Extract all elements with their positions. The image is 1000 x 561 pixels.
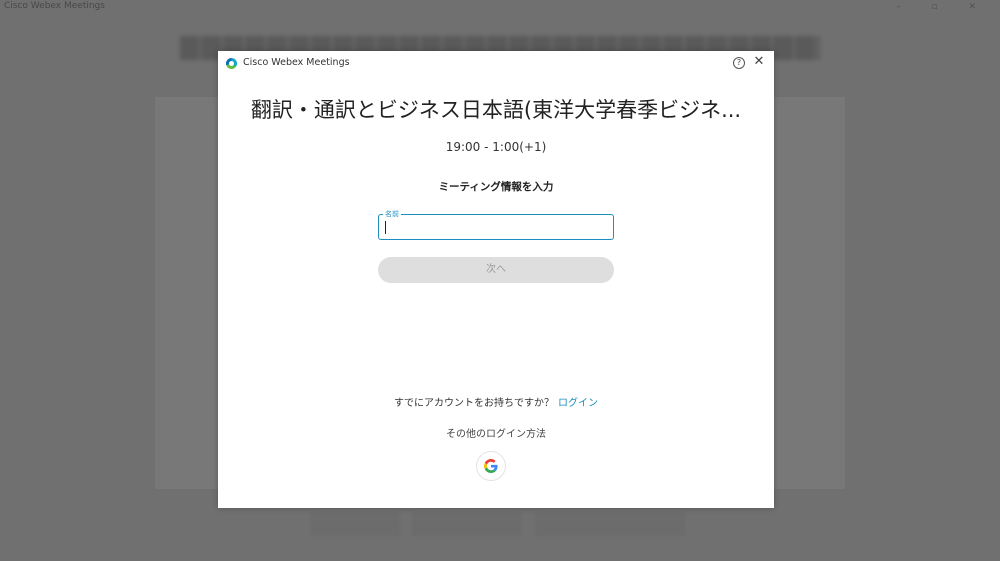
help-icon[interactable]: ? — [733, 57, 745, 69]
login-link[interactable]: ログイン — [558, 398, 598, 409]
enter-info-heading: ミーティング情報を入力 — [438, 181, 554, 193]
close-icon[interactable]: ✕ — [753, 55, 765, 68]
account-prompt-row: すでにアカウントをお持ちですか？ ログイン — [218, 394, 774, 409]
join-meeting-dialog: Cisco Webex Meetings ? ✕ 翻訳・通訳とビジネス日本語(東… — [218, 51, 774, 508]
dialog-app-title: Cisco Webex Meetings — [243, 57, 350, 68]
name-input[interactable] — [384, 219, 608, 236]
next-button[interactable]: 次へ — [378, 257, 614, 283]
name-field[interactable]: 名前 — [378, 209, 614, 240]
webex-logo-icon — [226, 58, 237, 69]
other-login-label: その他のログイン方法 — [446, 429, 546, 440]
account-prompt-text: すでにアカウントをお持ちですか？ — [393, 398, 555, 409]
name-field-label: 名前 — [383, 209, 401, 219]
google-icon — [484, 459, 498, 473]
meeting-title: 翻訳・通訳とビジネス日本語(東洋大学春季ビジネ... — [250, 98, 742, 122]
meeting-time: 19:00 - 1:00(+1) — [445, 140, 547, 154]
text-caret — [385, 221, 386, 234]
dialog-titlebar: Cisco Webex Meetings ? ✕ — [218, 51, 774, 75]
google-login-button[interactable] — [476, 451, 506, 481]
